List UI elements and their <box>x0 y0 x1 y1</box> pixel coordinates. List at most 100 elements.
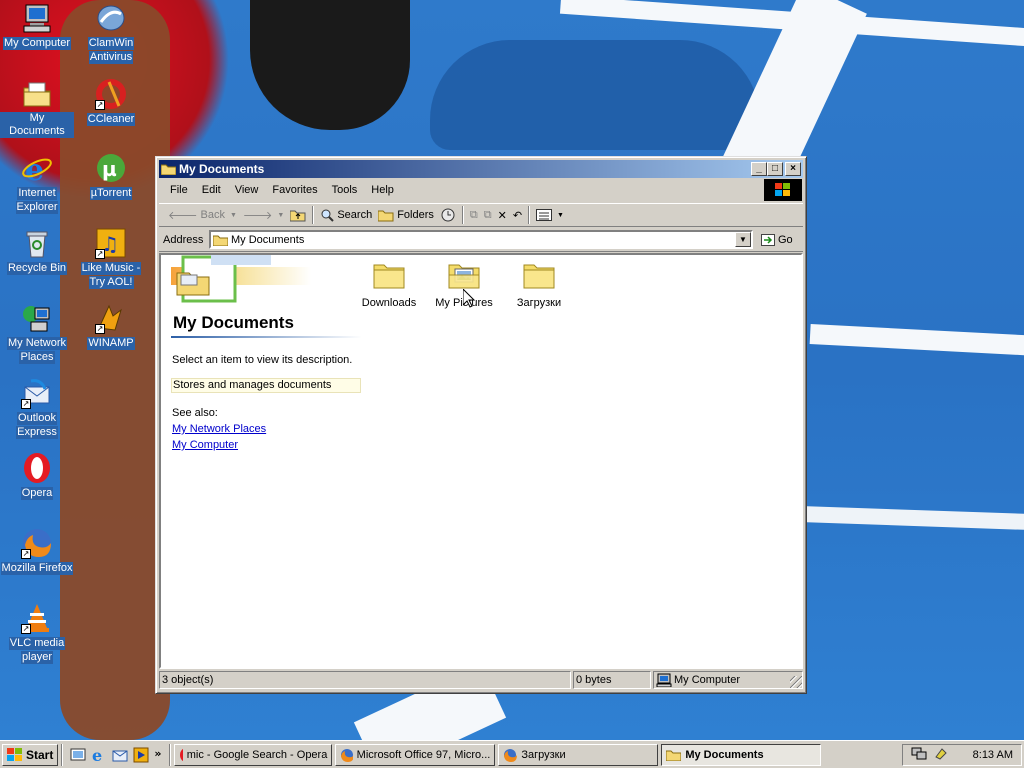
forward-button[interactable]: 🡒 ▼ <box>240 205 287 225</box>
minimize-button[interactable]: _ <box>751 162 767 176</box>
desktop-icon-my-computer[interactable]: My Computer <box>0 2 74 50</box>
desktop-icon-label: WINAMP <box>87 337 135 350</box>
side-panel-prompt: Select an item to view its description. <box>172 354 353 366</box>
computer-icon <box>656 673 672 687</box>
desktop-icon-label: Express <box>16 426 58 439</box>
chevron-down-icon[interactable]: ▼ <box>230 212 237 219</box>
folder-item-zagruzki[interactable]: Загрузки <box>502 261 576 309</box>
taskbar-button-office[interactable]: Microsoft Office 97, Micro... <box>335 743 496 766</box>
power-plug-icon[interactable] <box>933 746 949 763</box>
wallpaper-shape <box>809 323 1024 357</box>
search-icon <box>321 209 335 222</box>
window-titlebar[interactable]: My Documents _ □ × <box>159 160 803 178</box>
desktop-icon-clamwin[interactable]: ClamWin Antivirus <box>74 2 148 64</box>
desktop-icon-my-network-places[interactable]: My Network Places <box>0 302 74 364</box>
desktop-icon-label: Places <box>19 351 55 364</box>
link-my-computer[interactable]: My Computer <box>171 439 361 451</box>
views-icon <box>536 209 553 221</box>
undo-icon: ↶ <box>512 209 523 222</box>
internet-explorer-icon[interactable]: e <box>91 746 107 765</box>
desktop-icon-utorrent[interactable]: µ µTorrent <box>74 152 148 200</box>
desktop-icon-label: Like Music - <box>80 262 142 275</box>
start-label: Start <box>26 747 54 762</box>
taskbar-separator <box>61 743 64 766</box>
link-my-network-places[interactable]: My Network Places <box>171 423 361 435</box>
forward-arrow-icon: 🡒 <box>242 210 273 222</box>
chevron-right-icon[interactable]: » <box>154 747 162 763</box>
taskbar-button-label: mic - Google Search - Opera <box>186 748 328 761</box>
menu-favorites[interactable]: Favorites <box>265 184 324 196</box>
menu-help[interactable]: Help <box>364 184 401 196</box>
shortcut-arrow-icon: ↗ <box>95 100 105 110</box>
desktop-icon-mozilla-firefox[interactable]: ↗ Mozilla Firefox <box>0 527 74 575</box>
taskbar-button-my-documents[interactable]: My Documents <box>661 743 822 766</box>
copy-to-button[interactable]: ⧉ <box>481 205 495 225</box>
start-button[interactable]: Start <box>2 743 59 766</box>
menu-view[interactable]: View <box>228 184 266 196</box>
desktop-icon-ccleaner[interactable]: ↗ CCleaner <box>74 78 148 126</box>
desktop-icon-opera[interactable]: Opera <box>0 452 74 500</box>
desktop-icon-label: Try AOL! <box>88 276 134 289</box>
vlc-icon: ↗ <box>21 602 53 634</box>
outlook-express-icon[interactable] <box>112 747 128 763</box>
delete-button[interactable]: ✕ <box>495 205 510 225</box>
taskbar-button-label: Microsoft Office 97, Micro... <box>356 748 491 761</box>
taskbar-button-zagruzki[interactable]: Загрузки <box>498 743 659 766</box>
folder-content-pane[interactable]: My Documents Select an item to view its … <box>159 253 803 669</box>
outlook-express-icon: ↗ <box>21 377 53 409</box>
back-button[interactable]: 🡐 Back ▼ <box>165 205 240 225</box>
desktop-icon-vlc[interactable]: ↗ VLC media player <box>0 602 74 664</box>
views-button[interactable]: ▼ <box>533 205 567 225</box>
desktop-icon-label: My Network <box>6 337 68 350</box>
folder-icon <box>212 233 229 247</box>
taskbar-button-opera[interactable]: mic - Google Search - Opera <box>174 743 333 766</box>
up-folder-button[interactable] <box>287 205 309 225</box>
address-input[interactable]: My Documents ▼ <box>209 230 753 249</box>
menu-edit[interactable]: Edit <box>195 184 228 196</box>
menu-file[interactable]: File <box>163 184 195 196</box>
go-button[interactable]: Go <box>761 233 793 246</box>
back-arrow-icon: 🡐 <box>168 210 198 222</box>
desktop-icon-aol-music[interactable]: ♫ ↗ Like Music - Try AOL! <box>74 227 148 289</box>
chevron-down-icon[interactable]: ▼ <box>277 212 284 219</box>
wallpaper-shape <box>250 0 410 130</box>
close-button[interactable]: × <box>785 162 801 176</box>
wallpaper-shape <box>799 505 1024 531</box>
desktop-icon-my-documents[interactable]: My Documents <box>0 78 74 138</box>
move-to-button[interactable]: ⧉ <box>467 205 481 225</box>
wallpaper-shape <box>430 40 760 150</box>
network-status-icon[interactable] <box>911 746 927 763</box>
history-icon <box>441 208 455 222</box>
opera-icon <box>180 748 183 761</box>
media-player-icon[interactable] <box>133 747 149 763</box>
address-value: My Documents <box>231 233 305 246</box>
search-button[interactable]: Search <box>317 205 375 225</box>
menu-bar: File Edit View Favorites Tools Help <box>159 179 759 201</box>
winamp-icon: ↗ <box>95 302 127 334</box>
folder-item-downloads[interactable]: Downloads <box>352 261 426 309</box>
taskbar-button-label: My Documents <box>685 748 764 761</box>
shortcut-arrow-icon: ↗ <box>21 624 31 634</box>
desktop-icon-winamp[interactable]: ↗ WINAMP <box>74 302 148 350</box>
folder-label: Загрузки <box>516 297 562 309</box>
computer-icon <box>21 2 53 34</box>
folder-icon <box>372 261 406 289</box>
explorer-window[interactable]: My Documents _ □ × File Edit View Favori… <box>155 156 807 694</box>
side-panel-title: My Documents <box>171 313 361 338</box>
menu-tools[interactable]: Tools <box>325 184 365 196</box>
windows-logo-icon <box>7 747 22 761</box>
folders-button[interactable]: Folders <box>375 205 437 225</box>
resize-grip[interactable] <box>790 676 802 688</box>
address-dropdown-button[interactable]: ▼ <box>735 232 751 247</box>
maximize-button[interactable]: □ <box>767 162 783 176</box>
show-desktop-icon[interactable] <box>70 747 86 763</box>
clock[interactable]: 8:13 AM <box>973 749 1013 761</box>
undo-button[interactable]: ↶ <box>510 205 525 225</box>
desktop-icon-recycle-bin[interactable]: Recycle Bin <box>0 227 74 275</box>
desktop-icon-label: Outlook <box>17 412 57 425</box>
status-zone-label: My Computer <box>674 674 741 686</box>
desktop-icon-outlook-express[interactable]: ↗ Outlook Express <box>0 377 74 439</box>
mouse-cursor-icon <box>463 289 475 308</box>
desktop-icon-internet-explorer[interactable]: e Internet Explorer <box>0 152 74 214</box>
history-button[interactable] <box>437 205 459 225</box>
